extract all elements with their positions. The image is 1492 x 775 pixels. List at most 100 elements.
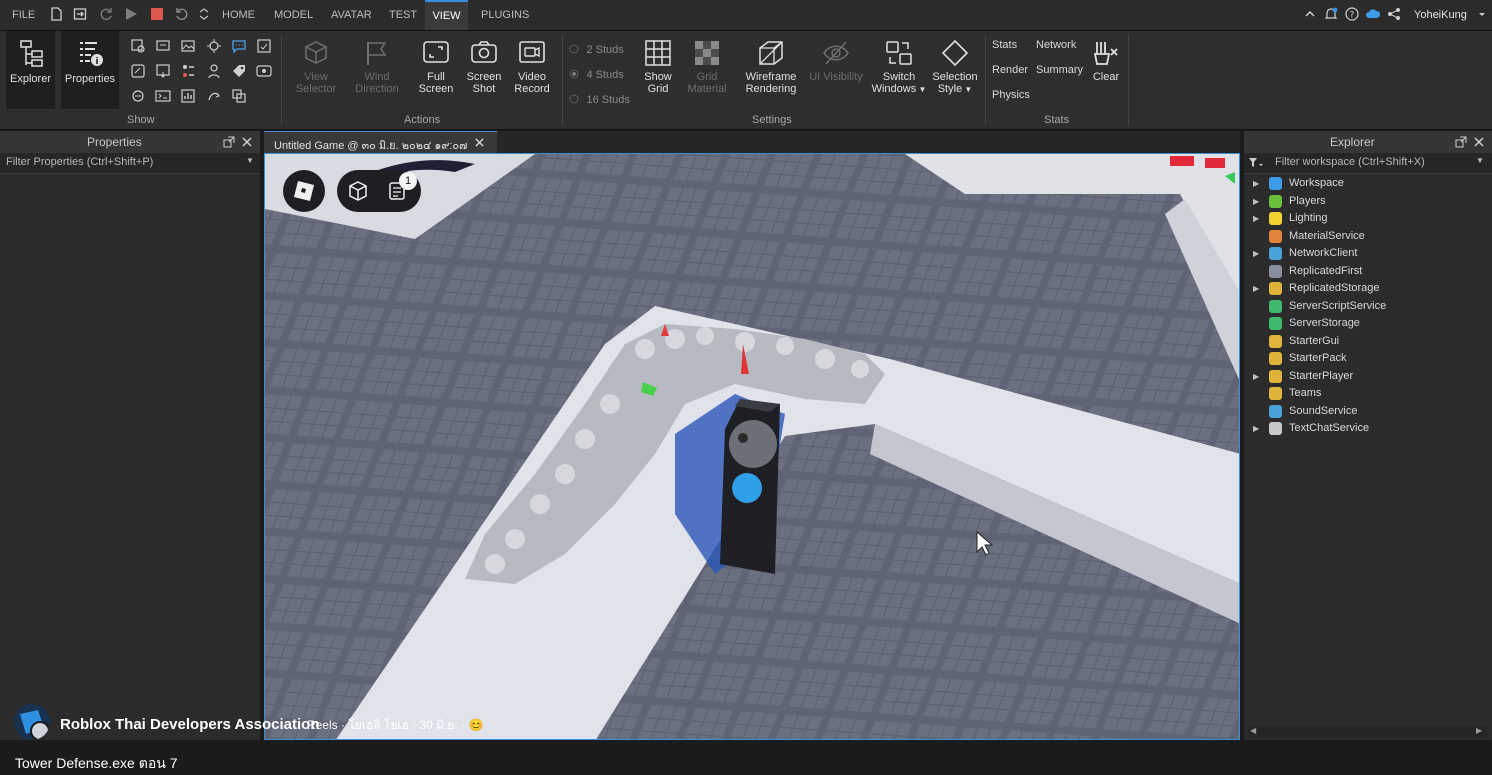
- scroll-right-icon[interactable]: ▶: [1476, 726, 1482, 735]
- collapse-ribbon-icon[interactable]: [1305, 7, 1315, 21]
- document-tab[interactable]: Untitled Game @ ๓๐ มิ.ย. ๒๐๒๔ ๑๙:๐๗: [264, 131, 497, 154]
- terrain-editor-icon[interactable]: [180, 38, 196, 54]
- tab-home[interactable]: HOME: [222, 0, 255, 30]
- expand-arrow-icon[interactable]: ▶: [1253, 280, 1259, 297]
- view-selector-button[interactable]: View Selector: [290, 31, 342, 109]
- team-create-icon[interactable]: [206, 63, 222, 79]
- explorer-item-materialservice[interactable]: MaterialService: [1244, 228, 1492, 245]
- asset-manager-icon[interactable]: [130, 38, 146, 54]
- tag-editor-icon[interactable]: [256, 38, 272, 54]
- explorer-item-networkclient[interactable]: ▶ NetworkClient: [1244, 245, 1492, 262]
- horizontal-scrollbar[interactable]: ◀ ▶: [1248, 726, 1488, 738]
- script-analysis-icon[interactable]: [206, 38, 222, 54]
- animation-icon[interactable]: [206, 88, 222, 104]
- close-tab-icon[interactable]: [474, 137, 485, 148]
- tab-test[interactable]: TEST: [389, 0, 417, 30]
- share-icon[interactable]: [1387, 7, 1401, 21]
- explorer-item-players[interactable]: ▶ Players: [1244, 193, 1492, 210]
- explorer-item-starterplayer[interactable]: ▶ StarterPlayer: [1244, 368, 1492, 385]
- properties-button[interactable]: i Properties: [61, 31, 119, 109]
- grid-material-button[interactable]: Grid Material: [684, 31, 730, 109]
- explorer-button[interactable]: Explorer: [6, 31, 55, 109]
- expand-arrow-icon[interactable]: ▶: [1253, 368, 1259, 385]
- tab-model[interactable]: MODEL: [274, 0, 313, 30]
- play-icon[interactable]: [124, 7, 138, 21]
- expand-arrow-icon[interactable]: ▶: [1253, 210, 1259, 227]
- undo-icon[interactable]: [175, 7, 189, 21]
- studs-2-option[interactable]: 2 Studs: [569, 40, 624, 58]
- account-dropdown-icon[interactable]: [1478, 7, 1486, 21]
- chat-icon[interactable]: [231, 38, 247, 54]
- screen-shot-button[interactable]: Screen Shot: [461, 31, 507, 109]
- game-settings-icon[interactable]: [130, 88, 146, 104]
- script-performance-icon[interactable]: [180, 88, 196, 104]
- studs-16-option[interactable]: 16 Studs: [569, 90, 630, 108]
- expand-arrow-icon[interactable]: ▶: [1253, 420, 1259, 437]
- clear-button[interactable]: Clear: [1089, 31, 1123, 109]
- full-screen-button[interactable]: Full Screen: [413, 31, 459, 109]
- tab-avatar[interactable]: AVATAR: [331, 0, 372, 30]
- undock-icon[interactable]: [1455, 136, 1467, 148]
- page-name[interactable]: Roblox Thai Developers Association: [60, 716, 320, 733]
- page-avatar[interactable]: [14, 704, 50, 740]
- network-button[interactable]: Network: [1036, 39, 1076, 51]
- switch-windows-button[interactable]: Switch Windows ▼: [871, 31, 927, 109]
- toolbox-icon[interactable]: [155, 38, 171, 54]
- explorer-item-serverscriptservice[interactable]: ServerScriptService: [1244, 298, 1492, 315]
- close-icon[interactable]: [241, 136, 253, 148]
- undock-icon[interactable]: [223, 136, 235, 148]
- tab-view[interactable]: VIEW: [425, 0, 468, 30]
- scroll-left-icon[interactable]: ◀: [1250, 726, 1256, 735]
- filter-dropdown-icon[interactable]: ▼: [1476, 156, 1484, 165]
- explorer-item-soundservice[interactable]: SoundService: [1244, 403, 1492, 420]
- collision-groups-icon[interactable]: [231, 88, 247, 104]
- breakpoints-icon[interactable]: [180, 63, 196, 79]
- redo-icon[interactable]: [99, 7, 113, 21]
- cloud-icon[interactable]: [1365, 7, 1381, 21]
- new-file-icon[interactable]: [49, 7, 63, 21]
- studs-4-option[interactable]: 4 Studs: [569, 65, 624, 83]
- username[interactable]: YoheiKung: [1414, 0, 1467, 30]
- wireframe-rendering-button[interactable]: Wireframe Rendering: [740, 31, 802, 109]
- physics-button[interactable]: Physics: [992, 89, 1030, 101]
- menu-file[interactable]: FILE: [12, 0, 35, 30]
- summary-button[interactable]: Summary: [1036, 64, 1083, 76]
- properties-filter-input[interactable]: Filter Properties (Ctrl+Shift+P) ▼: [0, 153, 260, 174]
- explorer-item-workspace[interactable]: ▶ Workspace: [1244, 175, 1492, 192]
- stats-button[interactable]: Stats: [992, 39, 1017, 51]
- explorer-item-teams[interactable]: Teams: [1244, 385, 1492, 402]
- close-icon[interactable]: [1473, 136, 1485, 148]
- publish-icon[interactable]: [73, 7, 87, 21]
- explorer-item-textchatservice[interactable]: ▶ TextChatService: [1244, 420, 1492, 437]
- stop-icon[interactable]: [150, 7, 164, 21]
- expand-arrow-icon[interactable]: ▶: [1253, 193, 1259, 210]
- render-button[interactable]: Render: [992, 64, 1028, 76]
- explorer-item-serverstorage[interactable]: ServerStorage: [1244, 315, 1492, 332]
- viewport-3d[interactable]: 1: [264, 153, 1240, 740]
- quick-access-dropdown-icon[interactable]: [197, 7, 211, 21]
- explorer-item-lighting[interactable]: ▶ Lighting: [1244, 210, 1492, 227]
- game-scene[interactable]: [265, 154, 1240, 740]
- tab-plugins[interactable]: PLUGINS: [481, 0, 529, 30]
- selection-style-button[interactable]: Selection Style ▼: [929, 31, 981, 109]
- wind-direction-button[interactable]: Wind Direction: [350, 31, 404, 109]
- output-icon[interactable]: [155, 63, 171, 79]
- ui-visibility-button[interactable]: UI Visibility: [806, 31, 866, 109]
- explorer-filter-input[interactable]: Filter workspace (Ctrl+Shift+X) ▼: [1244, 153, 1492, 174]
- command-bar-icon[interactable]: [155, 88, 171, 104]
- explorer-item-startergui[interactable]: StarterGui: [1244, 333, 1492, 350]
- tag-icon[interactable]: [231, 63, 247, 79]
- expand-arrow-icon[interactable]: ▶: [1253, 245, 1259, 262]
- explorer-item-starterpack[interactable]: StarterPack: [1244, 350, 1492, 367]
- explorer-item-replicatedstorage[interactable]: ▶ ReplicatedStorage: [1244, 280, 1492, 297]
- context-actions-icon[interactable]: [130, 63, 146, 79]
- expand-arrow-icon[interactable]: ▶: [1253, 175, 1259, 192]
- roblox-menu-button[interactable]: [283, 170, 325, 212]
- show-grid-button[interactable]: Show Grid: [637, 31, 679, 109]
- viewport-icon[interactable]: [256, 63, 272, 79]
- notification-bell-icon[interactable]: [1324, 7, 1338, 21]
- camera-mode-icon[interactable]: [345, 179, 371, 203]
- explorer-item-replicatedfirst[interactable]: ReplicatedFirst: [1244, 263, 1492, 280]
- filter-dropdown-icon[interactable]: ▼: [246, 156, 254, 165]
- help-icon[interactable]: ?: [1345, 7, 1359, 21]
